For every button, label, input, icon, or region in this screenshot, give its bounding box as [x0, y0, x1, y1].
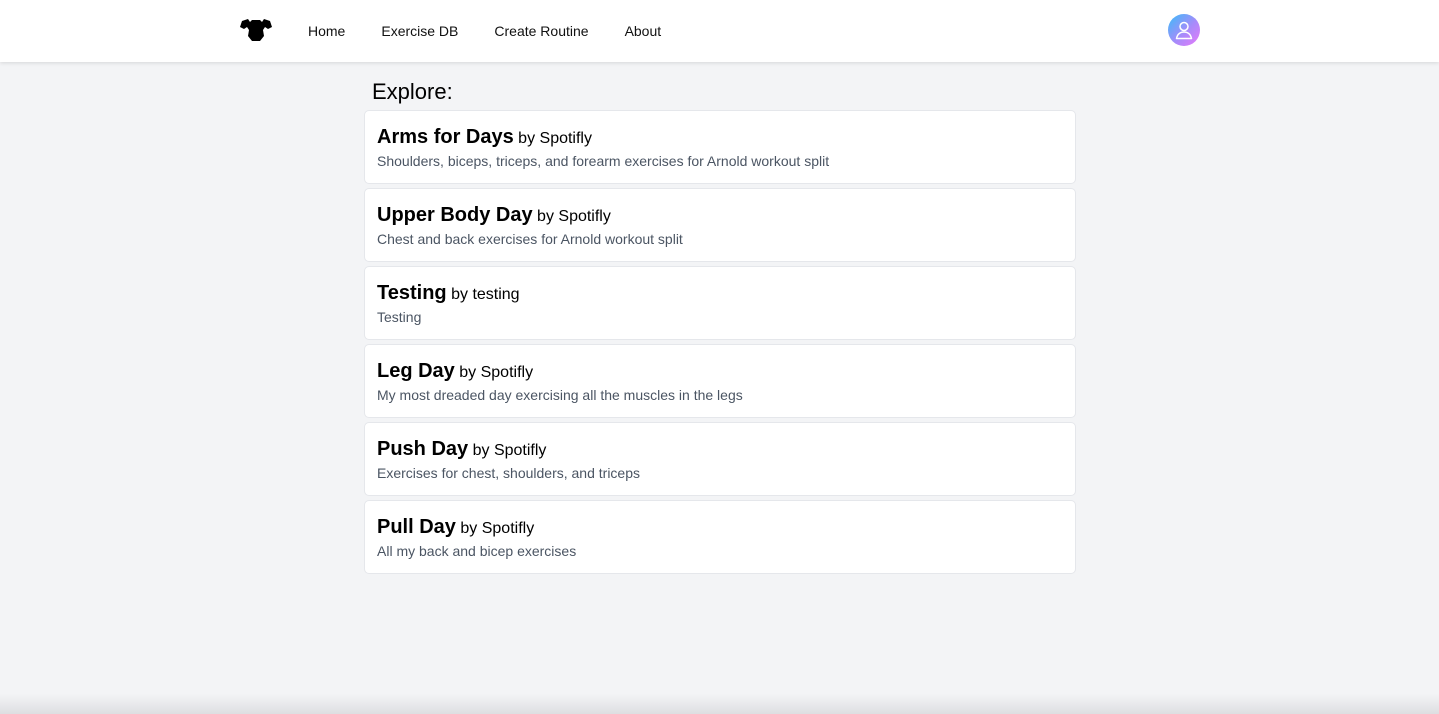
routine-card[interactable]: Testing by testing Testing: [364, 266, 1076, 340]
routine-card[interactable]: Push Day by Spotifly Exercises for chest…: [364, 422, 1076, 496]
routine-title: Arms for Days: [377, 126, 514, 148]
routine-title: Pull Day: [377, 516, 456, 538]
nav-link-about[interactable]: About: [607, 0, 680, 62]
routine-card[interactable]: Upper Body Day by Spotifly Chest and bac…: [364, 188, 1076, 262]
routine-description: Shoulders, biceps, triceps, and forearm …: [377, 153, 830, 169]
routine-list: Arms for Days by Spotifly Shoulders, bic…: [364, 110, 1076, 574]
routine-description: Exercises for chest, shoulders, and tric…: [377, 465, 641, 481]
page-title: Explore:: [372, 79, 453, 104]
nav-link-create-routine[interactable]: Create Routine: [476, 0, 606, 62]
routine-description: All my back and bicep exercises: [377, 543, 577, 559]
routine-title: Leg Day: [377, 360, 455, 382]
routine-author: by Spotifly: [459, 364, 534, 381]
flexing-muscles-icon[interactable]: [239, 17, 273, 43]
routine-card[interactable]: Pull Day by Spotifly All my back and bic…: [364, 500, 1076, 574]
routine-author: by Spotifly: [537, 208, 611, 225]
nav-link-home[interactable]: Home: [290, 0, 363, 62]
routine-description: Testing: [377, 309, 422, 325]
routine-card[interactable]: Arms for Days by Spotifly Shoulders, bic…: [364, 110, 1076, 184]
nav-links: Home Exercise DB Create Routine About: [290, 0, 679, 62]
routine-description: My most dreaded day exercising all the m…: [377, 387, 743, 403]
routine-description: Chest and back exercises for Arnold work…: [377, 231, 683, 247]
routine-card[interactable]: Leg Day by Spotifly My most dreaded day …: [364, 344, 1076, 418]
routine-author: by testing: [451, 286, 520, 303]
routine-author: by Spotifly: [518, 130, 592, 147]
routine-author: by Spotifly: [472, 442, 547, 459]
routine-title: Upper Body Day: [377, 204, 533, 226]
explore-section: Explore: Arms for Days by Spotifly Shoul…: [364, 62, 1076, 578]
nav-link-exercise-db[interactable]: Exercise DB: [363, 0, 476, 62]
window-bottom-shadow: [0, 694, 1439, 714]
user-icon: [1175, 21, 1193, 40]
routine-author: by Spotifly: [460, 520, 535, 537]
avatar[interactable]: [1168, 14, 1200, 46]
top-navbar: Home Exercise DB Create Routine About: [0, 0, 1439, 62]
routine-title: Testing: [377, 282, 447, 304]
routine-title: Push Day: [377, 438, 469, 460]
